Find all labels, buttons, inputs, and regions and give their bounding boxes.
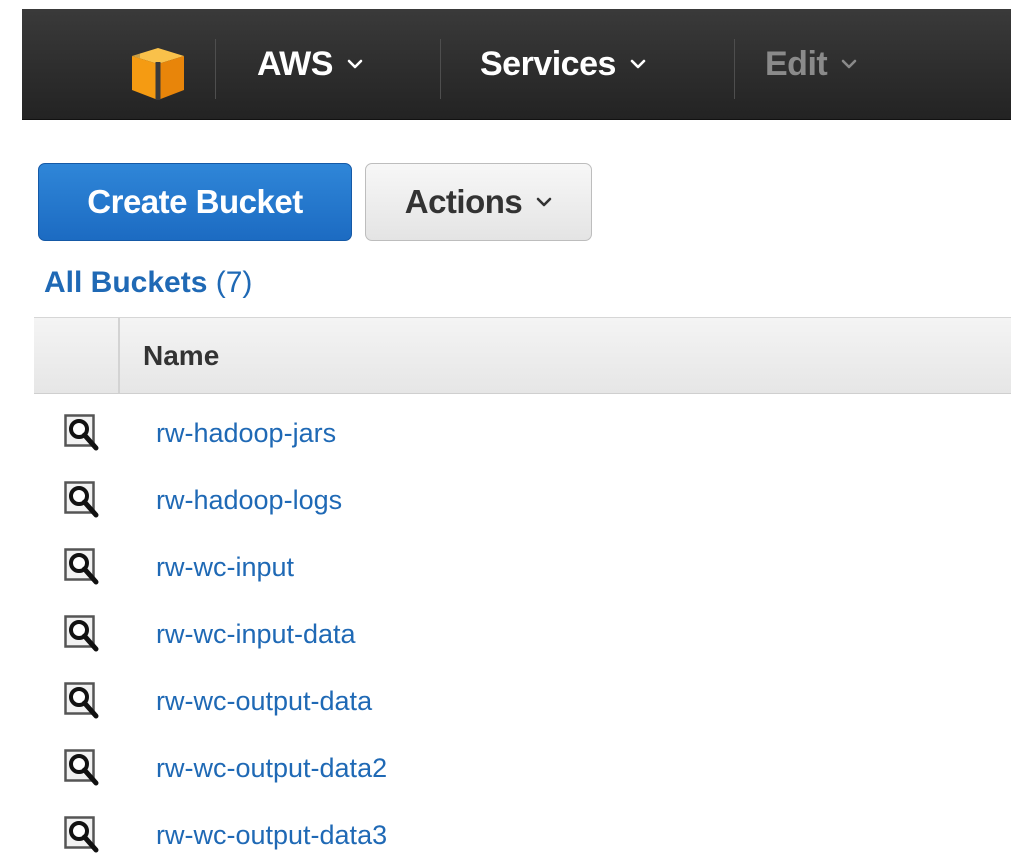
table-row[interactable]: rw-wc-output-data3 <box>34 802 1011 868</box>
create-bucket-button[interactable]: Create Bucket <box>38 163 352 241</box>
edit-menu-label: Edit <box>765 44 828 83</box>
name-column-header[interactable]: Name <box>143 318 219 393</box>
edit-menu[interactable]: Edit <box>765 9 857 119</box>
chevron-down-icon <box>347 58 363 70</box>
table-row[interactable]: rw-wc-output-data2 <box>34 735 1011 801</box>
magnifier-icon[interactable] <box>64 682 108 722</box>
chevron-down-icon <box>630 58 646 70</box>
all-buckets-title: All Buckets <box>44 266 208 299</box>
bucket-name-link[interactable]: rw-wc-input-data <box>156 601 356 667</box>
aws-menu-label: AWS <box>257 44 333 83</box>
chevron-down-icon <box>841 58 857 70</box>
bucket-count: (7) <box>215 266 253 299</box>
services-menu[interactable]: Services <box>480 9 646 119</box>
bucket-name-link[interactable]: rw-wc-output-data3 <box>156 802 387 868</box>
magnifier-icon[interactable] <box>64 414 108 454</box>
aws-menu[interactable]: AWS <box>257 9 363 119</box>
magnifier-icon[interactable] <box>64 816 108 856</box>
nav-separator <box>215 39 216 99</box>
table-row[interactable]: rw-wc-input <box>34 534 1011 600</box>
actions-dropdown-button[interactable]: Actions <box>365 163 592 241</box>
bucket-name-link[interactable]: rw-wc-output-data2 <box>156 735 387 801</box>
column-divider <box>118 318 120 393</box>
all-buckets-heading[interactable]: All Buckets (7) <box>44 266 252 300</box>
actions-label: Actions <box>404 183 523 220</box>
bucket-name-link[interactable]: rw-wc-output-data <box>156 668 372 734</box>
table-row[interactable]: rw-hadoop-logs <box>34 467 1011 533</box>
chevron-down-icon <box>536 196 552 208</box>
bucket-name-link[interactable]: rw-hadoop-logs <box>156 467 342 533</box>
magnifier-icon[interactable] <box>64 548 108 588</box>
nav-separator <box>440 39 441 99</box>
bucket-name-link[interactable]: rw-wc-input <box>156 534 294 600</box>
top-nav-bar: AWS Services Edit <box>22 9 1011 120</box>
nav-separator <box>734 39 735 99</box>
bucket-name-link[interactable]: rw-hadoop-jars <box>156 400 336 466</box>
create-bucket-label: Create Bucket <box>87 183 303 220</box>
services-menu-label: Services <box>480 44 616 83</box>
table-header: Name <box>34 317 1011 394</box>
magnifier-icon[interactable] <box>64 749 108 789</box>
table-row[interactable]: rw-wc-output-data <box>34 668 1011 734</box>
table-row[interactable]: rw-hadoop-jars <box>34 400 1011 466</box>
table-row[interactable]: rw-wc-input-data <box>34 601 1011 667</box>
magnifier-icon[interactable] <box>64 615 108 655</box>
magnifier-icon[interactable] <box>64 481 108 521</box>
aws-cube-icon[interactable] <box>128 42 188 102</box>
